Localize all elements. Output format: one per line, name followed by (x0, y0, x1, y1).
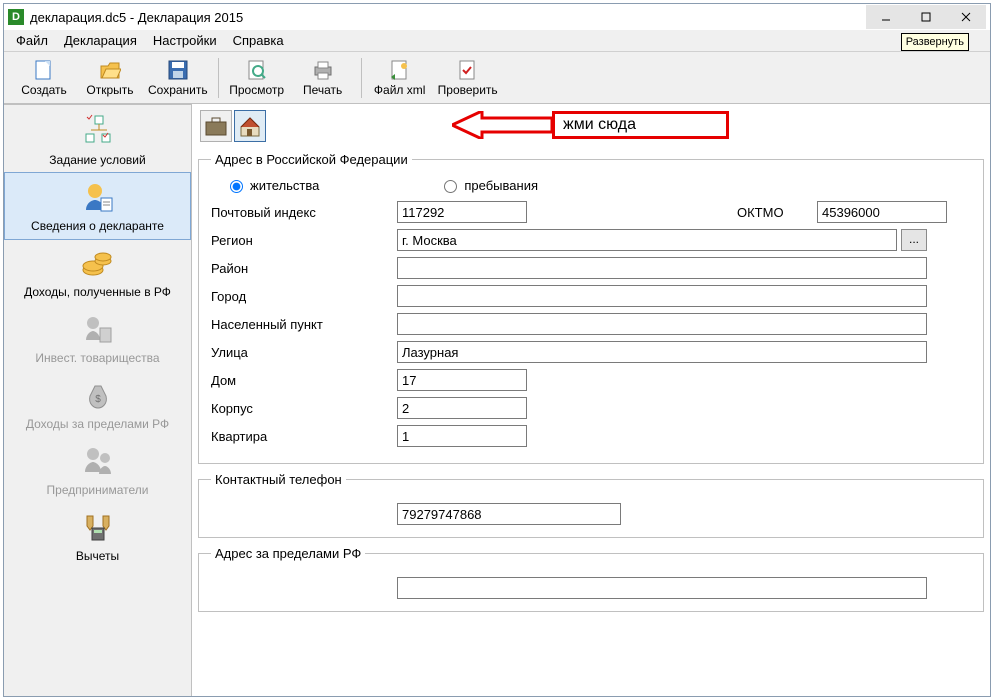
sidebar-item-declarant[interactable]: Сведения о декларанте (4, 172, 191, 240)
titlebar: D декларация.dc5 - Декларация 2015 Разве… (4, 4, 990, 30)
label-building: Корпус (211, 401, 397, 416)
label-house: Дом (211, 373, 397, 388)
save-icon (166, 58, 190, 82)
group-address-out: Адрес за пределами РФ (198, 546, 984, 612)
toolbar-create[interactable]: Создать (12, 54, 76, 102)
sidebar-item-invest: Инвест. товарищества (4, 305, 191, 371)
label-flat: Квартира (211, 429, 397, 444)
business-icon (80, 443, 116, 479)
input-postindex[interactable] (397, 201, 527, 223)
input-house[interactable] (397, 369, 527, 391)
label-street: Улица (211, 345, 397, 360)
sidebar-item-income-out: $ Доходы за пределами РФ (4, 371, 191, 437)
person-icon (80, 179, 116, 215)
group-phone: Контактный телефон (198, 472, 984, 538)
label-settlement: Населенный пункт (211, 317, 397, 332)
house-icon (237, 113, 263, 139)
menu-settings[interactable]: Настройки (147, 31, 223, 50)
toolbar-open[interactable]: Открыть (78, 54, 142, 102)
button-region-lookup[interactable]: ... (901, 229, 927, 251)
group-address-rf: Адрес в Российской Федерации жительства … (198, 152, 984, 464)
separator (218, 58, 219, 98)
input-street[interactable] (397, 341, 927, 363)
radio-stay[interactable]: пребывания (439, 177, 538, 193)
check-icon (456, 58, 480, 82)
app-icon: D (8, 9, 24, 25)
svg-text:$: $ (95, 394, 101, 405)
conditions-icon (80, 113, 116, 149)
main-panel: жми сюда Адрес в Российской Федерации жи… (192, 104, 990, 696)
input-region[interactable] (397, 229, 897, 251)
print-icon (311, 58, 335, 82)
toolbar-xml[interactable]: Файл xml (368, 54, 432, 102)
radio-residence[interactable]: жительства (225, 177, 319, 193)
input-building[interactable] (397, 397, 527, 419)
input-address-out[interactable] (397, 577, 927, 599)
sidebar-item-business: Предприниматели (4, 437, 191, 503)
menu-help[interactable]: Справка (227, 31, 290, 50)
input-settlement[interactable] (397, 313, 927, 335)
deductions-icon (80, 509, 116, 545)
new-doc-icon (32, 58, 56, 82)
sidebar-item-deductions[interactable]: Вычеты (4, 503, 191, 569)
menubar: Файл Декларация Настройки Справка (4, 30, 990, 52)
input-district[interactable] (397, 257, 927, 279)
open-icon (98, 58, 122, 82)
toolbar: Создать Открыть Сохранить Просмотр Печат… (4, 52, 990, 104)
invest-icon (80, 311, 116, 347)
input-city[interactable] (397, 285, 927, 307)
minimize-button[interactable] (866, 5, 906, 29)
toolbar-save[interactable]: Сохранить (144, 54, 212, 102)
sidebar-item-conditions[interactable]: Задание условий (4, 107, 191, 173)
callout-annotation: жми сюда (452, 111, 729, 139)
briefcase-icon (203, 113, 229, 139)
window-title: декларация.dc5 - Декларация 2015 (30, 10, 243, 25)
close-button[interactable] (946, 5, 986, 29)
menu-file[interactable]: Файл (10, 31, 54, 50)
group-phone-legend: Контактный телефон (211, 472, 346, 487)
toolbar-check[interactable]: Проверить (434, 54, 502, 102)
menu-declaration[interactable]: Декларация (58, 31, 143, 50)
input-flat[interactable] (397, 425, 527, 447)
label-oktmo: ОКТМО (737, 205, 817, 220)
tab-address[interactable] (234, 110, 266, 142)
callout-text: жми сюда (563, 116, 636, 134)
input-phone[interactable] (397, 503, 621, 525)
maximize-button[interactable] (906, 5, 946, 29)
coins-icon (80, 245, 116, 281)
money-bag-icon: $ (80, 377, 116, 413)
toolbar-print[interactable]: Печать (291, 54, 355, 102)
preview-icon (245, 58, 269, 82)
group-address-out-legend: Адрес за пределами РФ (211, 546, 365, 561)
label-city: Город (211, 289, 397, 304)
label-postindex: Почтовый индекс (211, 205, 397, 220)
tooltip-maximize: Развернуть (901, 33, 969, 51)
arrow-icon (452, 111, 552, 139)
label-district: Район (211, 261, 397, 276)
input-oktmo[interactable] (817, 201, 947, 223)
xml-icon (388, 58, 412, 82)
sidebar-item-income-rf[interactable]: Доходы, полученные в РФ (4, 239, 191, 305)
toolbar-preview[interactable]: Просмотр (225, 54, 289, 102)
group-address-rf-legend: Адрес в Российской Федерации (211, 152, 412, 167)
sidebar: Задание условий Сведения о декларанте До… (4, 104, 192, 696)
label-region: Регион (211, 233, 397, 248)
separator (361, 58, 362, 98)
tab-personal[interactable] (200, 110, 232, 142)
